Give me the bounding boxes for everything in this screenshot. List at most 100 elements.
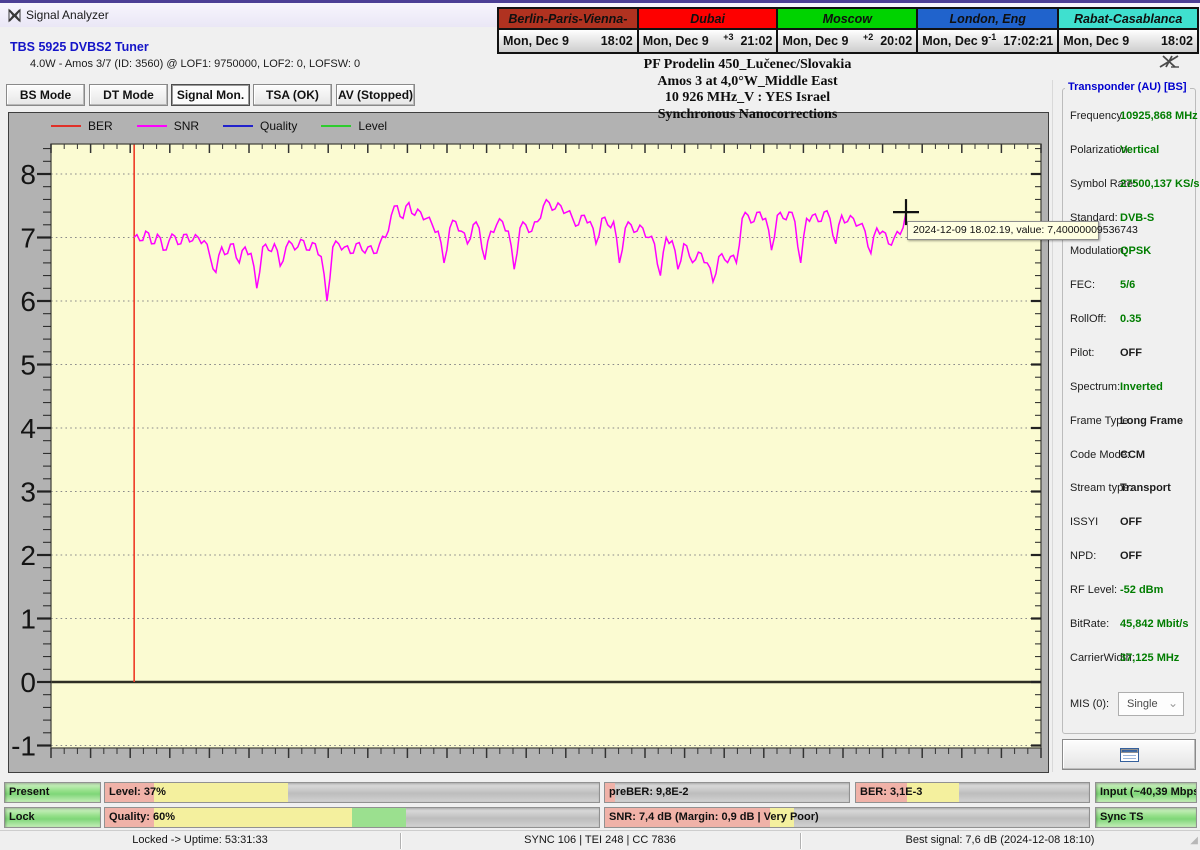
legend-label: BER xyxy=(88,119,113,133)
sync-ts-indicator: Sync TS xyxy=(1095,807,1197,828)
legend-label: Quality xyxy=(260,119,297,133)
av-button[interactable]: AV (Stopped) xyxy=(336,84,415,106)
field-value: 27500,137 KS/s xyxy=(1120,178,1200,190)
y-axis-tick-label: 7 xyxy=(20,223,36,254)
clock-city-label: Rabat-Casablanca xyxy=(1059,9,1197,30)
clock-city-label: Dubai xyxy=(639,9,777,30)
field-value: 37,125 MHz xyxy=(1120,652,1179,664)
tuner-name: TBS 5925 DVBS2 Tuner xyxy=(10,40,149,54)
datapoint-tooltip: 2024-12-09 18.02.19, value: 7,4000000953… xyxy=(907,221,1099,240)
clock-date: Mon, Dec 9 xyxy=(1063,34,1129,48)
clock-dubai: Dubai Mon, Dec 9 +3 21:02 xyxy=(639,9,779,52)
clock-date: Mon, Dec 9 xyxy=(922,34,988,48)
lock-indicator: Lock xyxy=(4,807,101,828)
station-title-line: PF Prodelin 450_Lučenec/Slovakia xyxy=(520,57,975,74)
transponder-row: RollOff: 0.35 xyxy=(1062,313,1200,327)
level-meter: Level: 37% xyxy=(104,782,600,803)
clock-utc-offset: +2 xyxy=(863,32,873,42)
clock-city-label: London, Eng xyxy=(918,9,1057,30)
legend-level: Level xyxy=(321,119,387,133)
field-label: NPD: xyxy=(1070,550,1096,562)
snr-trace-plot[interactable]: 876543210-1 xyxy=(9,113,1050,774)
ber-meter: BER: 3,1E-3 xyxy=(855,782,1090,803)
legend-snr: SNR xyxy=(137,119,199,133)
mis-value: Single xyxy=(1127,698,1158,710)
transponder-row: Spectrum: Inverted xyxy=(1062,381,1200,395)
dt-mode-button[interactable]: DT Mode xyxy=(89,84,168,106)
field-label: Frequency: xyxy=(1070,110,1125,122)
transponder-row: CarrierWidth: 37,125 MHz xyxy=(1062,652,1200,666)
uptime-status: Locked -> Uptime: 53:31:33 xyxy=(0,831,400,850)
station-title: PF Prodelin 450_Lučenec/Slovakia Amos 3 … xyxy=(520,57,975,123)
level-line-swatch xyxy=(321,125,351,127)
sync-counters-status: SYNC 106 | TEI 248 | CC 7836 xyxy=(400,831,800,850)
field-value: Transport xyxy=(1120,482,1171,494)
field-value: QPSK xyxy=(1120,245,1151,257)
tsa-button[interactable]: TSA (OK) xyxy=(253,84,332,106)
transponder-panel: Transponder (AU) [BS] Frequency: 10925,8… xyxy=(1052,76,1200,776)
clock-rabat: Rabat-Casablanca Mon, Dec 9 18:02 xyxy=(1059,9,1197,52)
transponder-row: FEC: 5/6 xyxy=(1062,279,1200,293)
clock-london: London, Eng Mon, Dec 9 -1 17:02:21 xyxy=(918,9,1059,52)
transponder-row: Frequency: 10925,868 MHz xyxy=(1062,110,1200,124)
legend-quality: Quality xyxy=(223,119,297,133)
clock-city-label: Moscow xyxy=(778,9,916,30)
legend-label: Level xyxy=(358,119,387,133)
signal-mon-button[interactable]: Signal Mon. xyxy=(171,84,250,106)
field-value: OFF xyxy=(1120,550,1142,562)
transponder-row: Modulation: QPSK xyxy=(1062,245,1200,259)
level-label: Level: 37% xyxy=(109,783,166,802)
field-label: FEC: xyxy=(1070,279,1095,291)
quality-label: Quality: 60% xyxy=(109,808,175,827)
preber-label: preBER: 9,8E-2 xyxy=(609,783,688,802)
transponder-title: Transponder (AU) [BS] xyxy=(1065,81,1190,93)
world-clocks: Berlin-Paris-Vienna-Roma Mon, Dec 9 18:0… xyxy=(497,7,1199,54)
resize-grip[interactable]: ◢ xyxy=(1190,835,1198,846)
quality-meter: Quality: 60% xyxy=(104,807,600,828)
legend-label: SNR xyxy=(174,119,199,133)
y-axis-tick-label: 5 xyxy=(20,350,36,381)
transponder-row: Polarization: Vertical xyxy=(1062,144,1200,158)
quality-line-swatch xyxy=(223,125,253,127)
app-logo-icon xyxy=(1156,53,1182,76)
transponder-row: Pilot: OFF xyxy=(1062,347,1200,361)
clock-moscow: Moscow Mon, Dec 9 +2 20:02 xyxy=(778,9,918,52)
bs-mode-button[interactable]: BS Mode xyxy=(6,84,85,106)
field-value: 0.35 xyxy=(1120,313,1141,325)
tuner-details: 4.0W - Amos 3/7 (ID: 3560) @ LOF1: 97500… xyxy=(30,58,360,70)
log-window-button[interactable] xyxy=(1062,739,1196,770)
transponder-row: Code Mode: CCM xyxy=(1062,449,1200,463)
input-label: Input (~40,39 Mbps) xyxy=(1100,783,1197,802)
field-value: 45,842 Mbit/s xyxy=(1120,618,1188,630)
mis-dropdown[interactable]: Single ⌄ xyxy=(1118,692,1184,716)
y-axis-tick-label: 4 xyxy=(20,413,36,444)
clock-time: 21:02 xyxy=(740,34,772,48)
signal-chart[interactable]: 876543210-1 BER SNR Quality Level xyxy=(8,112,1049,773)
y-axis-tick-label: 6 xyxy=(20,286,36,317)
transponder-row: ISSYI OFF xyxy=(1062,516,1200,530)
snr-meter: SNR: 7,4 dB (Margin: 0,9 dB | Very Poor) xyxy=(604,807,1090,828)
field-value: Vertical xyxy=(1120,144,1159,156)
present-label: Present xyxy=(9,783,49,802)
transponder-row: RF Level: -52 dBm xyxy=(1062,584,1200,598)
station-title-line: 10 926 MHz_V : YES Israel xyxy=(520,90,975,107)
meter-segment xyxy=(154,783,287,802)
meter-segment xyxy=(352,808,406,827)
clock-city-label: Berlin-Paris-Vienna-Roma xyxy=(499,9,637,30)
field-value: 5/6 xyxy=(1120,279,1135,291)
present-indicator: Present xyxy=(4,782,101,803)
preber-meter: preBER: 9,8E-2 xyxy=(604,782,850,803)
field-label: ISSYI xyxy=(1070,516,1098,528)
transponder-row: BitRate: 45,842 Mbit/s xyxy=(1062,618,1200,632)
clock-time: 17:02:21 xyxy=(1003,34,1053,48)
y-axis-tick-label: -1 xyxy=(11,731,36,762)
field-value: OFF xyxy=(1120,516,1142,528)
input-indicator: Input (~40,39 Mbps) xyxy=(1095,782,1197,803)
chevron-down-icon: ⌄ xyxy=(1168,692,1178,714)
clock-date: Mon, Dec 9 xyxy=(782,34,848,48)
transponder-row: NPD: OFF xyxy=(1062,550,1200,564)
y-axis-tick-label: 1 xyxy=(20,604,36,635)
clock-utc-offset: +3 xyxy=(723,32,733,42)
panel-divider xyxy=(1052,80,1053,772)
field-value: Inverted xyxy=(1120,381,1163,393)
